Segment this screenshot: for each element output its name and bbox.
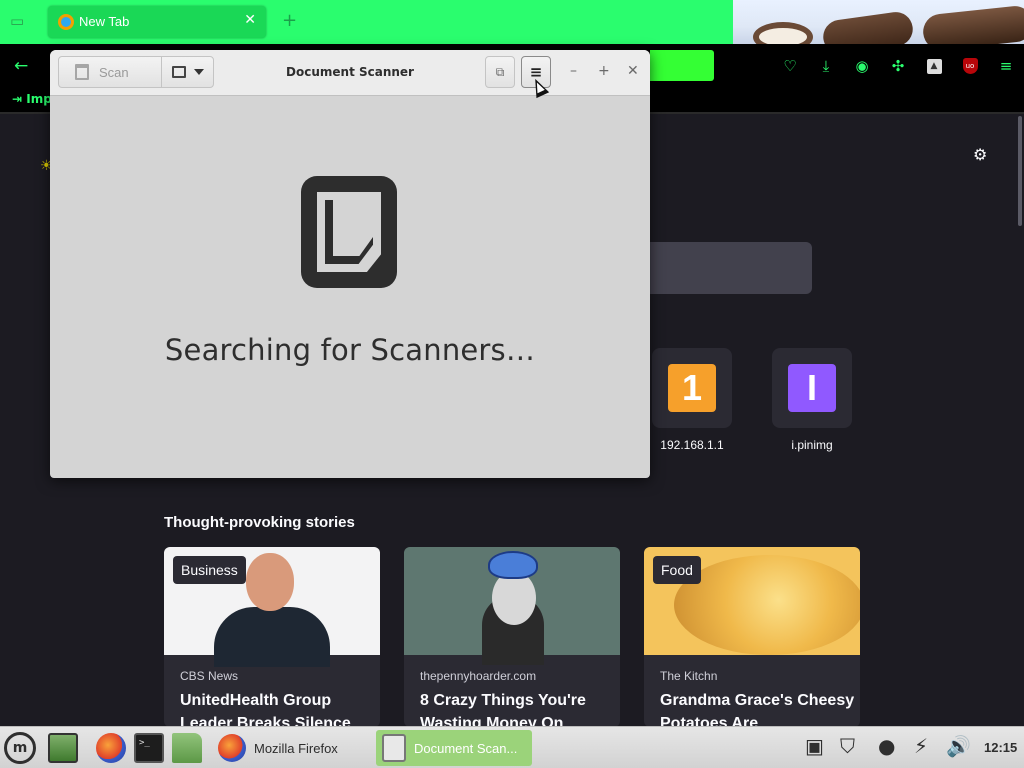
stories-heading: Thought-provoking stories [164, 514, 355, 531]
taskbar: m >_ Mozilla Firefox Document Scan... ▣ … [0, 726, 1024, 768]
clock[interactable]: 12:15 [984, 740, 1017, 755]
story-image: Food [644, 547, 860, 655]
tile-label: 192.168.1.1 [660, 438, 724, 452]
account-icon[interactable]: ◉ [844, 54, 880, 78]
story-source: The Kitchn [660, 669, 718, 683]
tab-overview-icon[interactable]: ▭ [10, 12, 30, 32]
vpn-icon[interactable]: ▲ [916, 54, 952, 78]
gear-icon[interactable]: ⚙ [973, 145, 987, 164]
story-source: CBS News [180, 669, 239, 683]
ad-chocolate-shape [921, 4, 1024, 44]
back-arrow-icon[interactable]: ← [14, 56, 28, 76]
person-shape [214, 607, 330, 667]
close-button[interactable]: ✕ [627, 63, 639, 79]
files-launcher-icon[interactable] [172, 733, 202, 763]
tile-box: 1 [652, 348, 732, 428]
tab-title: New Tab [79, 14, 130, 29]
extensions-icon[interactable]: ✣ [880, 54, 916, 78]
ad-chocolate-shape [821, 9, 915, 44]
url-bar[interactable] [650, 50, 714, 81]
status-message: Searching for Scanners… [164, 333, 536, 367]
story-card[interactable]: thepennyhoarder.com 8 Crazy Things You'r… [404, 547, 620, 727]
clipboard-icon[interactable]: ▣ [805, 734, 824, 758]
document-scanner-window: Scan Document Scanner ⧉ ≡ – + ✕ Searchin… [50, 50, 650, 478]
tab-close-icon[interactable]: ✕ [244, 12, 256, 28]
shield-icon[interactable]: ⛉ [840, 734, 855, 758]
story-card[interactable]: Food The Kitchn Grandma Grace's Cheesy P… [644, 547, 860, 727]
menu-icon[interactable]: ≡ [988, 54, 1024, 78]
taskbar-item-document-scanner[interactable]: Document Scan... [376, 730, 532, 766]
document-scanner-icon [382, 734, 406, 762]
volume-icon[interactable]: 🔊 [946, 734, 971, 758]
tile-label: i.pinimg [791, 438, 833, 452]
tile-box: I [772, 348, 852, 428]
preferences-button[interactable]: ⧉ [485, 56, 515, 88]
tile-glyph: I [788, 364, 836, 412]
firefox-launcher-icon[interactable] [96, 733, 126, 763]
bookmark-import-item[interactable]: ⇥ Imp [12, 92, 52, 106]
person-shape [492, 571, 536, 625]
ublock-icon[interactable]: uo [952, 54, 988, 78]
category-badge: Business [173, 556, 246, 584]
minimize-button[interactable]: – [570, 63, 577, 79]
tab-new-tab[interactable]: New Tab ✕ [48, 6, 266, 38]
firefox-icon [218, 734, 246, 762]
story-card[interactable]: Business CBS News UnitedHealth Group Lea… [164, 547, 380, 727]
tab-strip-image [733, 0, 1024, 44]
category-badge: Food [653, 556, 701, 584]
shortcut-tile[interactable]: 1 192.168.1.1 [652, 348, 732, 452]
new-tab-button[interactable]: + [282, 10, 297, 31]
food-shape [674, 555, 860, 655]
firefox-favicon-icon [58, 14, 74, 30]
story-image: Business [164, 547, 380, 667]
search-input[interactable] [650, 242, 812, 294]
person-shape [246, 553, 294, 611]
toolbar-icons: ♡ ⤓ ◉ ✣ ▲ uo ≡ [772, 54, 1024, 78]
page-scrollbar[interactable] [1018, 116, 1022, 226]
task-label: Document Scan... [414, 740, 518, 756]
story-title: 8 Crazy Things You're Wasting Money On [420, 692, 586, 727]
brain-shape [488, 551, 538, 579]
story-title: Grandma Grace's Cheesy Potatoes Are [660, 692, 855, 727]
pocket-icon[interactable]: ♡ [772, 54, 808, 78]
story-title: UnitedHealth Group Leader Breaks Silence [180, 692, 351, 727]
taskbar-item-firefox[interactable]: Mozilla Firefox [214, 730, 370, 766]
maximize-button[interactable]: + [598, 63, 610, 79]
tile-glyph: 1 [668, 364, 716, 412]
terminal-launcher-icon[interactable]: >_ [134, 733, 164, 763]
bookmark-label: Imp [26, 92, 52, 106]
mint-menu-icon[interactable]: m [4, 732, 36, 764]
document-icon [301, 176, 397, 288]
story-source: thepennyhoarder.com [420, 669, 537, 683]
story-image [404, 547, 620, 665]
scanner-settings-icon: ⧉ [495, 64, 505, 79]
show-desktop-icon[interactable] [48, 733, 78, 763]
ad-cream-shape [753, 22, 813, 44]
user-icon[interactable]: ● [878, 734, 895, 758]
download-icon[interactable]: ⤓ [808, 54, 844, 78]
scanner-header-bar: Scan Document Scanner ⧉ ≡ – + ✕ [50, 50, 650, 96]
shortcut-tile[interactable]: I i.pinimg [772, 348, 852, 452]
network-icon[interactable]: ⚡ [914, 734, 928, 758]
window-title: Document Scanner [286, 65, 414, 79]
browser-tab-bar: ▭ New Tab ✕ + [0, 0, 1024, 44]
task-label: Mozilla Firefox [254, 740, 338, 756]
